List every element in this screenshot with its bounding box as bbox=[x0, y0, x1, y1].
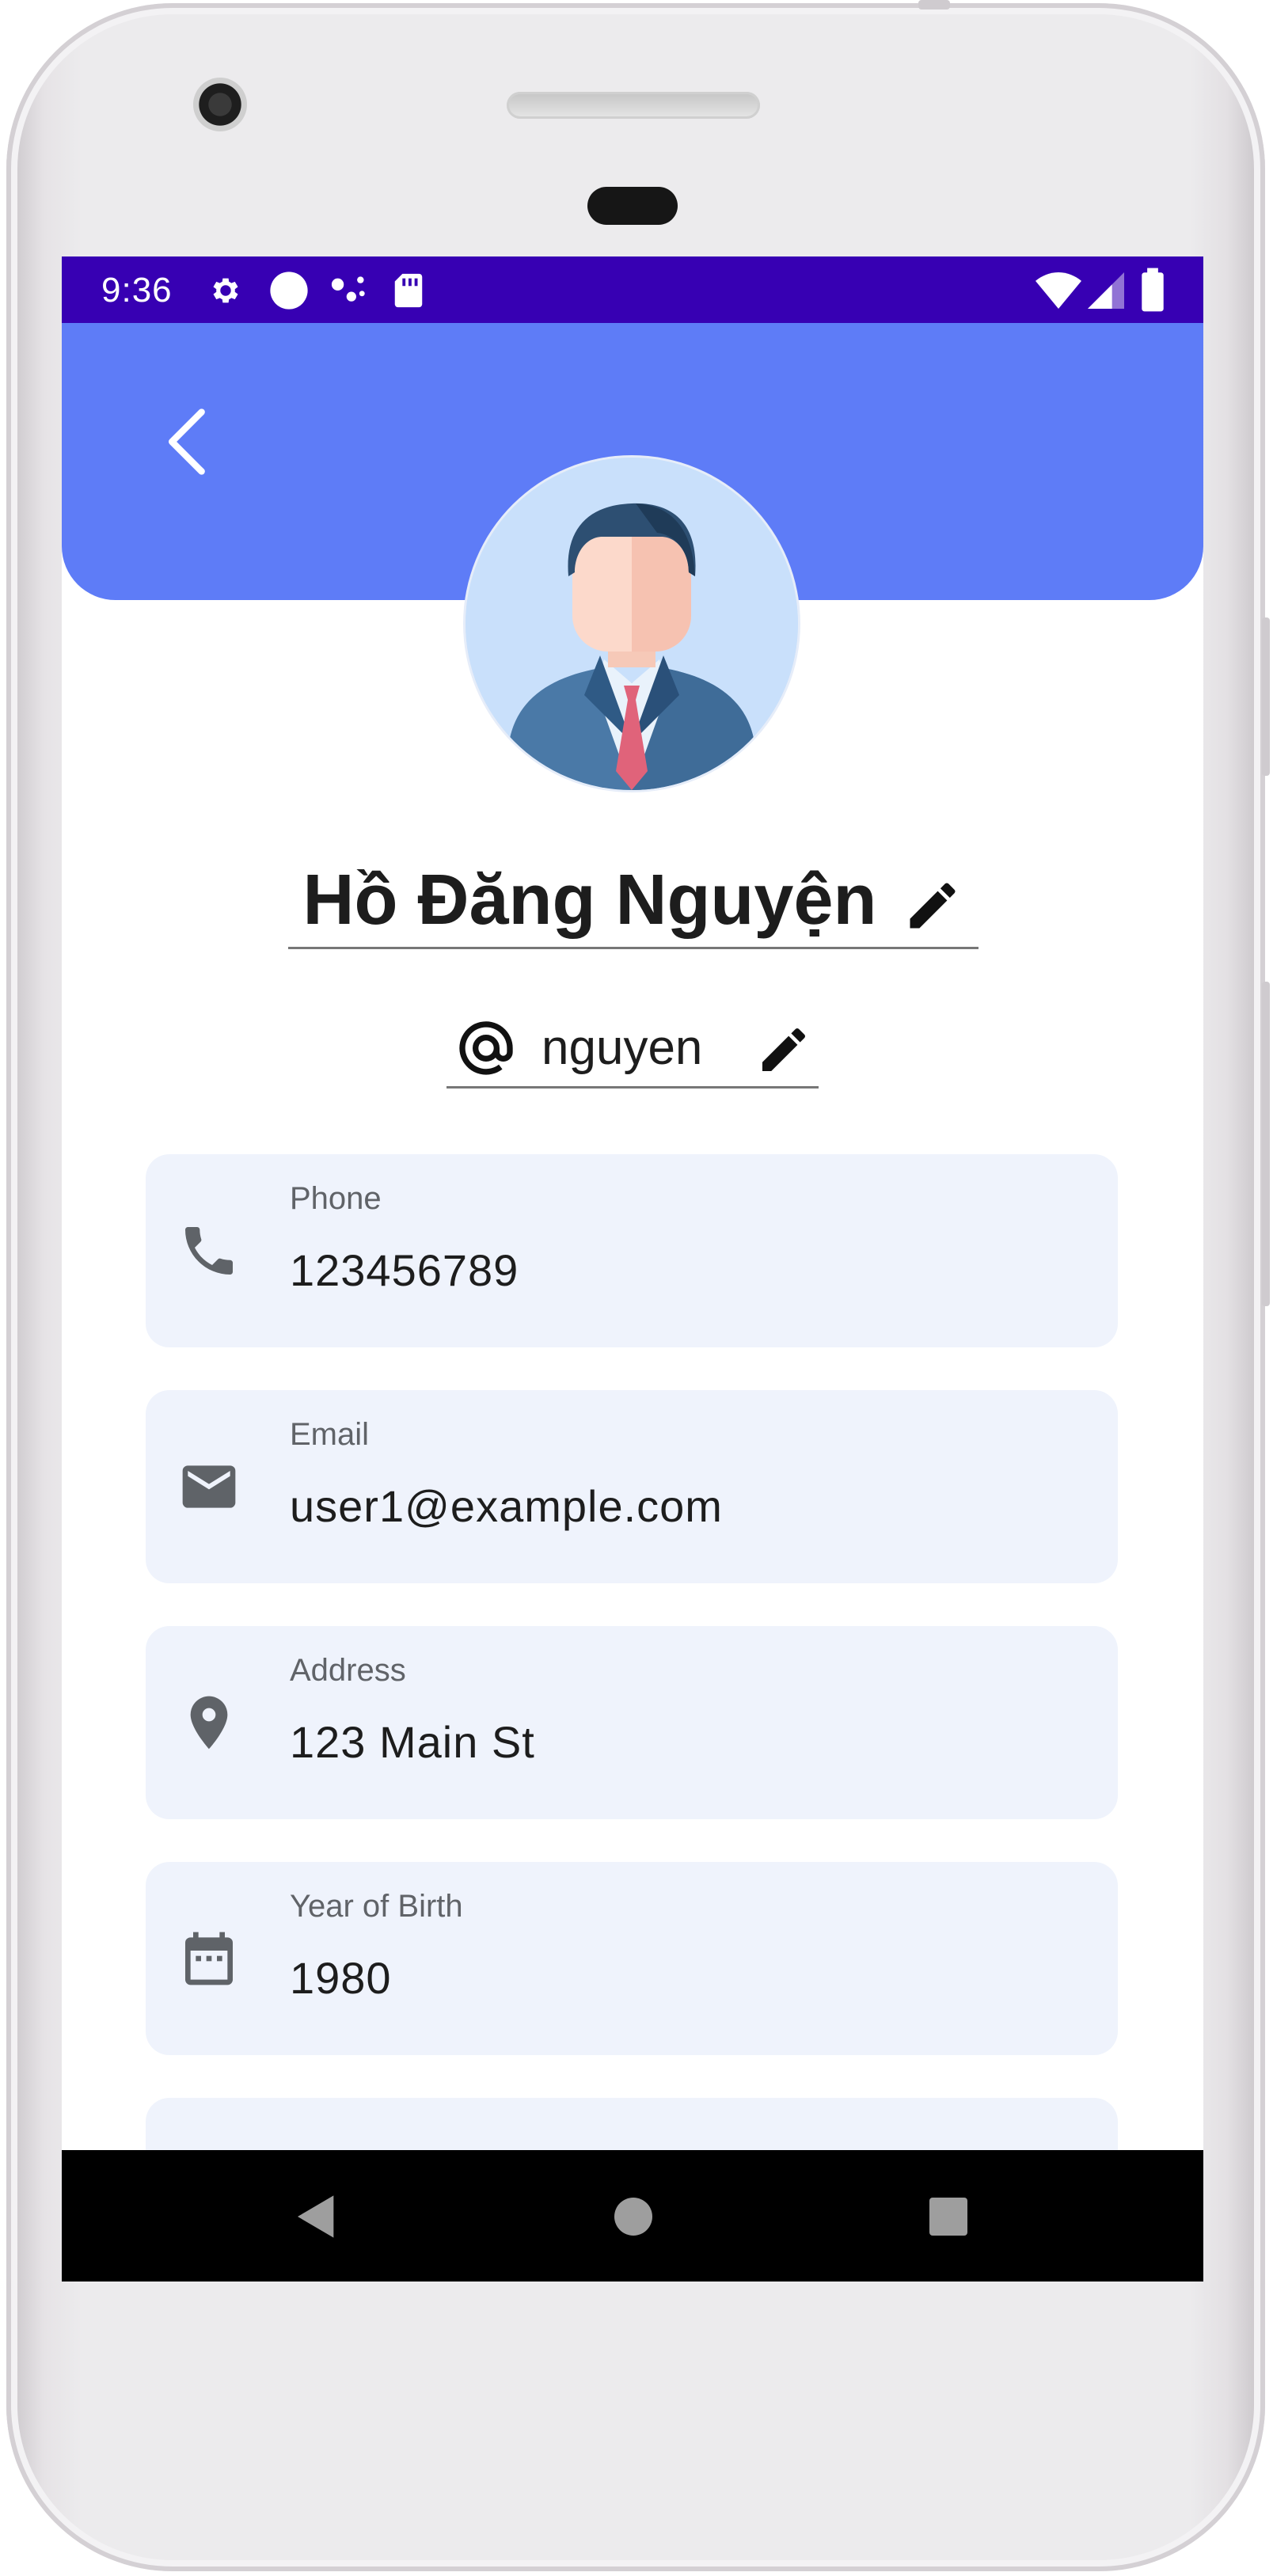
name-field[interactable]: Hồ Đăng Nguyện bbox=[288, 852, 978, 949]
top-button bbox=[918, 0, 950, 9]
calendar-icon bbox=[177, 1927, 241, 1990]
chevron-left-icon bbox=[169, 408, 205, 475]
email-label: Email bbox=[290, 1417, 370, 1452]
address-value: 123 Main St bbox=[290, 1717, 535, 1767]
back-triangle-icon[interactable] bbox=[291, 2191, 342, 2242]
phone-field[interactable]: Phone 123456789 bbox=[146, 1154, 1118, 1347]
edit-name-button[interactable] bbox=[902, 876, 963, 936]
pencil-icon bbox=[762, 1028, 806, 1071]
location-pin-icon bbox=[177, 1691, 241, 1754]
phone-value: 123456789 bbox=[290, 1245, 519, 1295]
edit-username-button[interactable] bbox=[755, 1021, 812, 1078]
earpiece-speaker bbox=[507, 92, 760, 119]
year-of-birth-label: Year of Birth bbox=[290, 1889, 463, 1924]
status-time: 9:36 bbox=[101, 271, 173, 310]
year-of-birth-field[interactable]: Year of Birth 1980 bbox=[146, 1862, 1118, 2055]
sd-card-icon bbox=[393, 272, 424, 313]
navigation-bar bbox=[62, 2150, 1203, 2282]
power-button bbox=[1262, 617, 1270, 776]
status-bar: 9:36 bbox=[62, 256, 1203, 323]
volume-button bbox=[1262, 982, 1270, 1306]
profile-name: Hồ Đăng Nguyện bbox=[302, 861, 877, 940]
username: nguyen bbox=[542, 1020, 703, 1075]
address-label: Address bbox=[290, 1653, 406, 1688]
mail-icon bbox=[177, 1455, 241, 1518]
front-camera bbox=[193, 78, 247, 131]
recents-square-icon[interactable] bbox=[923, 2191, 974, 2242]
back-button[interactable] bbox=[149, 402, 228, 481]
email-value: user1@example.com bbox=[290, 1481, 723, 1531]
phone-icon bbox=[177, 1219, 241, 1282]
dots-notification-icon bbox=[329, 272, 367, 313]
home-circle-icon[interactable] bbox=[608, 2191, 659, 2242]
signal-icon bbox=[1088, 272, 1124, 313]
proximity-sensor bbox=[587, 187, 678, 225]
battery-icon bbox=[1140, 268, 1165, 316]
username-field[interactable]: nguyen bbox=[446, 1007, 819, 1089]
avatar[interactable] bbox=[466, 458, 798, 790]
gear-icon bbox=[207, 272, 244, 313]
pencil-icon bbox=[910, 883, 956, 929]
address-field[interactable]: Address 123 Main St bbox=[146, 1626, 1118, 1819]
wifi-icon bbox=[1036, 272, 1081, 313]
phone-label: Phone bbox=[290, 1181, 382, 1216]
at-sign-icon bbox=[454, 1016, 518, 1080]
year-of-birth-value: 1980 bbox=[290, 1953, 392, 2003]
circle-notification-icon bbox=[268, 269, 310, 316]
screen: 9:36 Hồ Đăng Nguyện nguyen Phone 1234567… bbox=[62, 256, 1203, 2282]
email-field[interactable]: Email user1@example.com bbox=[146, 1390, 1118, 1583]
